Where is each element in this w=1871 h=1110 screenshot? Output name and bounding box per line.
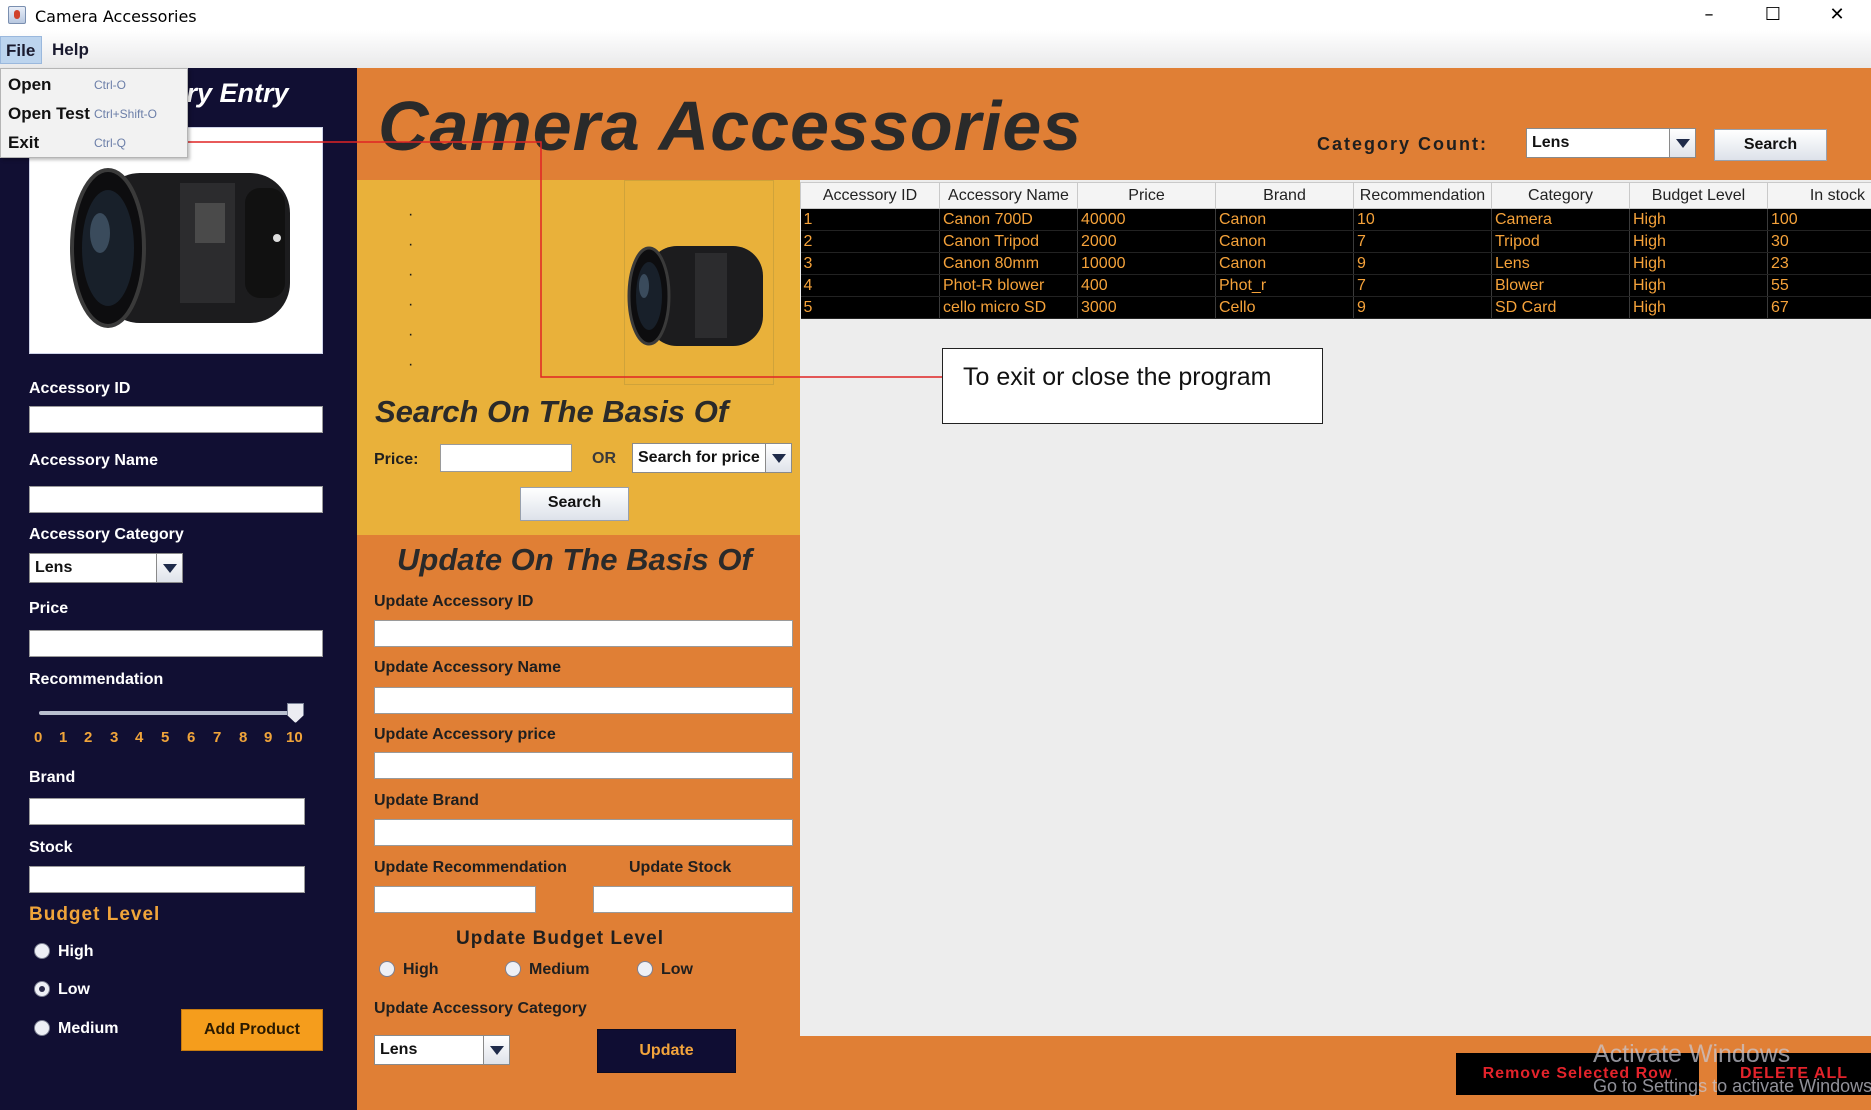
- callout-connector: [136, 135, 943, 378]
- menu-item-open-test[interactable]: Open Test: [8, 104, 90, 124]
- menu-item-exit-shortcut: Ctrl-Q: [94, 136, 126, 150]
- menu-item-open[interactable]: Open: [8, 75, 51, 95]
- menu-item-open-test-shortcut: Ctrl+Shift-O: [94, 107, 158, 121]
- activation-watermark-title: Activate Windows: [1593, 1040, 1791, 1068]
- file-dropdown-menu: Open Ctrl-O Open Test Ctrl+Shift-O Exit …: [0, 68, 188, 158]
- activation-watermark-subtitle: Go to Settings to activate Windows.: [1593, 1076, 1871, 1096]
- menu-item-exit[interactable]: Exit: [8, 133, 39, 153]
- menu-item-open-shortcut: Ctrl-O: [94, 78, 126, 92]
- callout-box: To exit or close the program: [942, 348, 1323, 424]
